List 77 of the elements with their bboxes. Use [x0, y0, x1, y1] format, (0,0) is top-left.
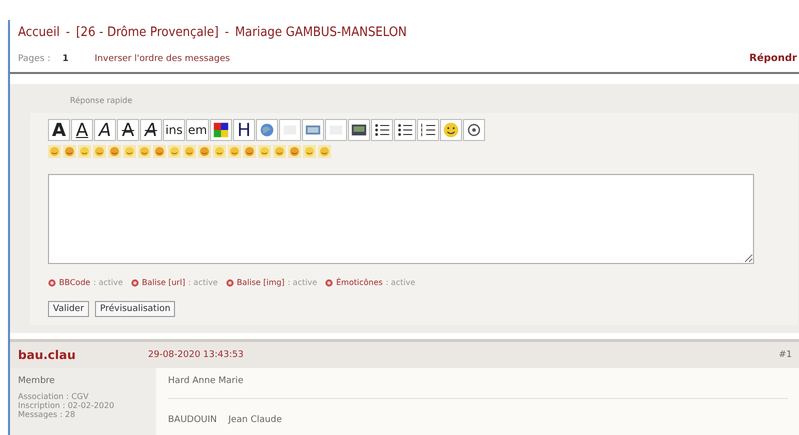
- smiley-icon: [442, 121, 460, 139]
- post-number[interactable]: #1: [778, 350, 792, 360]
- smiley-button[interactable]: [440, 119, 462, 141]
- format-button[interactable]: A: [117, 119, 139, 141]
- post-date[interactable]: 29-08-2020 13:43:53: [148, 350, 244, 360]
- blank-button[interactable]: [279, 119, 302, 141]
- member-info: Association : CGV: [18, 392, 90, 401]
- emoticon-icon[interactable]: [153, 145, 166, 158]
- help-icon[interactable]: [48, 278, 56, 286]
- format-button[interactable]: A: [71, 119, 93, 141]
- globe-icon: [258, 121, 276, 139]
- list-button[interactable]: [394, 119, 416, 141]
- format-button[interactable]: A: [140, 119, 162, 141]
- numbered-list-icon: [419, 121, 438, 139]
- color-grid-button[interactable]: [210, 119, 232, 141]
- emoticon-icon[interactable]: [123, 145, 136, 158]
- option-link[interactable]: Balise [img]: [236, 278, 285, 287]
- emoticon-icon[interactable]: [63, 145, 76, 158]
- emoticon-icon[interactable]: [93, 145, 106, 158]
- submit-button[interactable]: Valider: [48, 301, 89, 317]
- option-status: : active: [386, 278, 416, 287]
- emoticon-icon[interactable]: [198, 145, 211, 158]
- image-button[interactable]: [302, 119, 324, 141]
- option-status: : active: [188, 278, 218, 287]
- author-name[interactable]: bau.clau: [18, 348, 148, 362]
- reply-link[interactable]: Répondr: [749, 53, 797, 64]
- numbered-list-button[interactable]: [417, 119, 440, 141]
- option-link[interactable]: Balise [url]: [142, 278, 186, 287]
- quick-reply-title: Réponse rapide: [69, 95, 134, 105]
- globe-button[interactable]: [256, 119, 278, 141]
- pages-label: Pages :: [18, 54, 50, 64]
- format-button[interactable]: ins: [163, 119, 185, 141]
- help-icon[interactable]: [130, 278, 139, 286]
- post-text: Hard Anne Marie: [168, 376, 788, 399]
- option-status: : active: [288, 278, 318, 287]
- emoticon-icon[interactable]: [228, 145, 241, 158]
- separator: -: [224, 25, 229, 40]
- help-button[interactable]: [463, 119, 486, 141]
- emoticon-icon[interactable]: [318, 145, 331, 158]
- list-button[interactable]: [371, 119, 394, 141]
- member-role: Membre: [18, 376, 56, 386]
- member-info: Inscription : 02-02-2020: [18, 401, 116, 410]
- emoticon-icon[interactable]: [288, 145, 301, 158]
- emoticon-icon[interactable]: [258, 145, 271, 158]
- emoticon-icon[interactable]: [78, 145, 91, 158]
- emoticon-icon[interactable]: [213, 145, 226, 158]
- format-button[interactable]: A: [48, 119, 70, 141]
- emoticon-icon[interactable]: [243, 145, 256, 158]
- forum-link[interactable]: [26 - Drôme Provençale]: [76, 25, 219, 40]
- emoticon-icon[interactable]: [273, 145, 286, 158]
- option-link[interactable]: BBCode: [59, 278, 90, 287]
- color-grid-icon: [212, 121, 230, 139]
- emoticon-icon[interactable]: [303, 145, 316, 158]
- home-link[interactable]: Accueil: [18, 25, 60, 40]
- message-field[interactable]: [48, 174, 754, 264]
- emoticon-icon[interactable]: [108, 145, 121, 158]
- emoticon-icon[interactable]: [183, 145, 196, 158]
- option-status: : active: [93, 278, 123, 287]
- format-button[interactable]: em: [186, 119, 210, 141]
- option-link[interactable]: Émoticônes: [336, 278, 383, 287]
- separator: -: [66, 25, 70, 40]
- page-link[interactable]: 1: [62, 54, 69, 64]
- format-button[interactable]: H: [233, 119, 256, 141]
- submit-button[interactable]: Prévisualisation: [94, 301, 176, 317]
- emoticon-icon[interactable]: [48, 145, 61, 158]
- photo-button[interactable]: [348, 119, 370, 141]
- help-icon[interactable]: [226, 278, 234, 286]
- member-info: Messages : 28: [18, 410, 76, 419]
- list-icon: [373, 121, 392, 139]
- topic-title: Mariage GAMBUS-MANSELON: [234, 25, 407, 40]
- post-text: BAUDOUIN Jean Claude: [168, 415, 283, 425]
- reverse-order-link[interactable]: Inverser l'ordre des messages: [94, 54, 230, 64]
- format-button[interactable]: A: [94, 119, 116, 141]
- emoticon-icon[interactable]: [168, 145, 181, 158]
- help-icon[interactable]: [325, 278, 334, 286]
- emoticon-icon[interactable]: [138, 145, 151, 158]
- list-icon: [396, 121, 414, 139]
